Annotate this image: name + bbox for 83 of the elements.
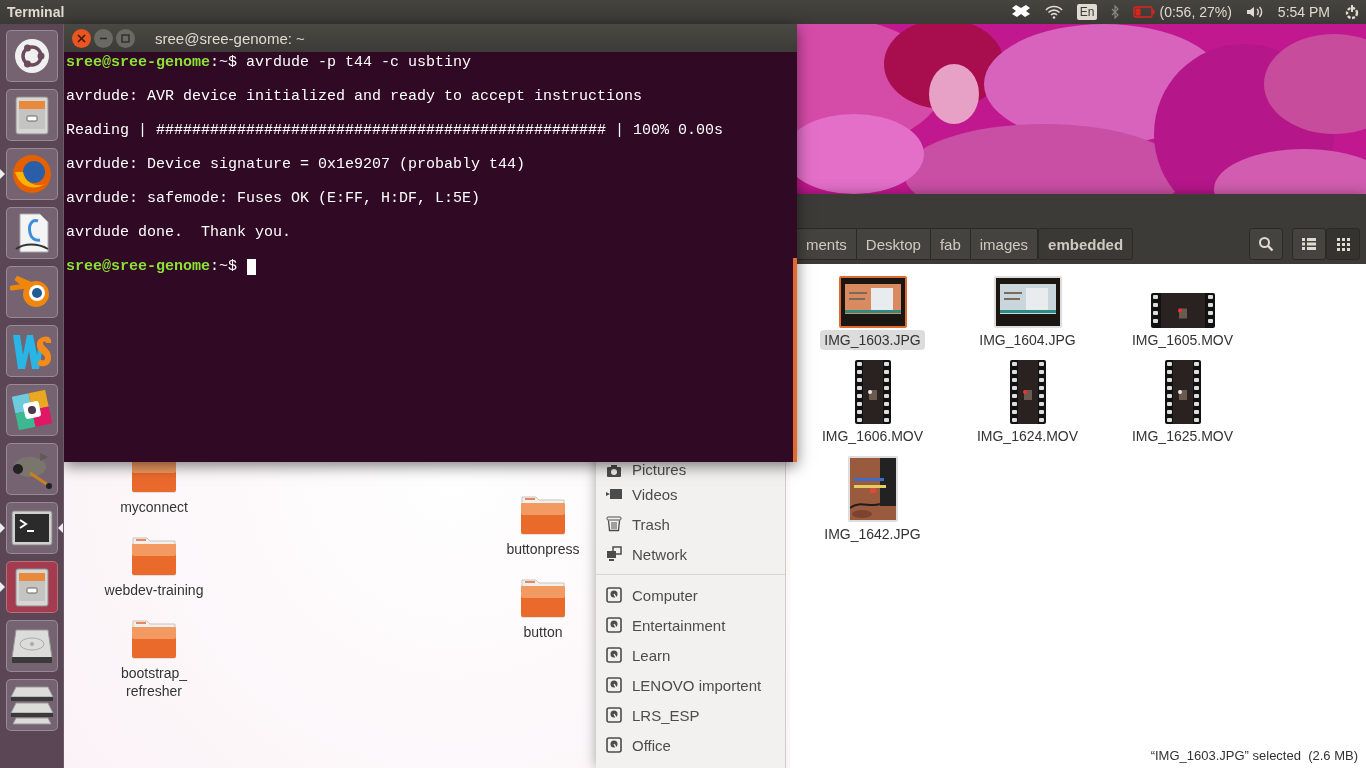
color-grid-icon — [11, 390, 52, 430]
file-name[interactable]: IMG_1625.MOV — [1127, 426, 1238, 446]
file-name[interactable]: IMG_1603.JPG — [820, 330, 925, 350]
folder-icon — [130, 618, 178, 660]
camera-icon — [606, 464, 622, 478]
folder-icon — [519, 494, 567, 536]
file-name[interactable]: IMG_1606.MOV — [817, 426, 928, 446]
search-button[interactable] — [1249, 228, 1283, 260]
launcher-button[interactable] — [5, 502, 58, 554]
path-button[interactable]: ments — [797, 228, 857, 260]
output-line: avrdude: safemode: Fuses OK (E:FF, H:DF, L:5E) — [66, 190, 482, 207]
file-name[interactable]: IMG_1605.MOV — [1127, 330, 1238, 350]
sidebar-item[interactable]: LRS_ESP — [596, 700, 785, 730]
folder-label[interactable]: button — [523, 623, 563, 641]
folder-label[interactable]: webdev-training — [104, 581, 204, 599]
path-button[interactable]: Desktop — [856, 228, 931, 260]
launcher-button[interactable] — [5, 620, 58, 672]
sidebar-item[interactable]: Trash — [596, 509, 785, 539]
path-button[interactable]: fab — [930, 228, 971, 260]
path-button[interactable]: images — [970, 228, 1039, 260]
grid-icon — [1336, 237, 1350, 251]
launcher-button[interactable] — [5, 148, 58, 200]
path-button[interactable]: embedded — [1038, 228, 1134, 260]
launcher-button[interactable] — [5, 443, 58, 495]
launcher-button[interactable] — [5, 89, 58, 141]
launcher-button[interactable] — [5, 384, 58, 436]
file-name[interactable]: IMG_1624.MOV — [972, 426, 1083, 446]
folder-icon — [130, 535, 178, 577]
keyboard-layout-indicator[interactable]: En — [1076, 4, 1098, 20]
launcher-button[interactable] — [5, 266, 58, 318]
sidebar-item[interactable]: Network — [596, 539, 785, 569]
settings-icon — [1344, 4, 1360, 20]
hard-drive-icon — [9, 626, 54, 666]
drive-icon — [606, 617, 622, 633]
volume-icon — [1245, 5, 1264, 19]
launcher-button[interactable] — [5, 679, 58, 731]
launcher-button[interactable] — [5, 30, 58, 82]
output-line: avrdude: Device signature = 0x1e9207 (probably t44) — [66, 156, 527, 173]
bluetooth-icon — [1111, 5, 1120, 19]
file-name[interactable]: IMG_1604.JPG — [975, 330, 1080, 350]
selection-status: “IMG_1603.JPG” selected (2.6 MB) — [1150, 748, 1358, 763]
sidebar-item[interactable]: Videos — [596, 479, 785, 509]
box-icon — [1010, 4, 1031, 20]
drive-icon — [606, 707, 622, 723]
folder-label[interactable]: bootstrap_ refresher — [120, 664, 188, 700]
folder-label[interactable]: buttonpress — [506, 540, 580, 558]
list-icon — [1302, 238, 1316, 250]
active-app-title: Terminal — [6, 4, 65, 20]
drive-icon — [606, 677, 622, 693]
video-icon — [606, 488, 622, 500]
sidebar-item[interactable]: LENOVO importent — [596, 670, 785, 700]
output-line: avrdude: AVR device initialized and ready to accept instructions — [66, 88, 644, 105]
sidebar-item[interactable]: Pictures — [596, 462, 785, 479]
folder-icon — [519, 577, 567, 619]
drive-icon — [606, 737, 622, 753]
terminal-icon — [10, 510, 53, 546]
clock[interactable]: 5:54 PM — [1277, 4, 1330, 20]
window-title: sree@sree-genome: ~ — [155, 29, 305, 47]
folder-label[interactable]: myconnect — [120, 498, 188, 516]
launcher-button[interactable] — [5, 561, 58, 613]
network-icon — [606, 546, 622, 562]
sidebar-item[interactable]: Computer — [596, 580, 785, 610]
prompt-line: sree@sree-genome:~$ avrdude -p t44 -c usbtiny — [66, 54, 472, 71]
launcher-button[interactable] — [5, 207, 58, 259]
prompt-line: sree@sree-genome:~$ — [66, 258, 239, 275]
drive-icon — [606, 647, 622, 663]
wifi-icon — [1044, 5, 1063, 19]
output-line: Reading | ################################################## | 100% 0.00s — [66, 122, 725, 139]
drive-icon — [606, 587, 622, 603]
close-button[interactable] — [72, 28, 91, 48]
output-line: avrdude done. Thank you. — [66, 224, 293, 241]
list-view-button[interactable] — [1292, 228, 1326, 260]
drive-stack-icon — [8, 685, 55, 725]
battery-status: (0:56, 27%) — [1159, 4, 1232, 20]
maximize-icon — [121, 33, 130, 43]
trash-icon — [606, 516, 622, 532]
search-icon — [1258, 236, 1274, 252]
sidebar-item[interactable]: Learn — [596, 640, 785, 670]
grid-view-button[interactable] — [1326, 228, 1360, 260]
file-name[interactable]: IMG_1642.JPG — [820, 524, 925, 544]
sidebar-item[interactable]: Entertainment — [596, 610, 785, 640]
close-icon — [77, 33, 86, 43]
sidebar-item[interactable]: Office — [596, 730, 785, 760]
